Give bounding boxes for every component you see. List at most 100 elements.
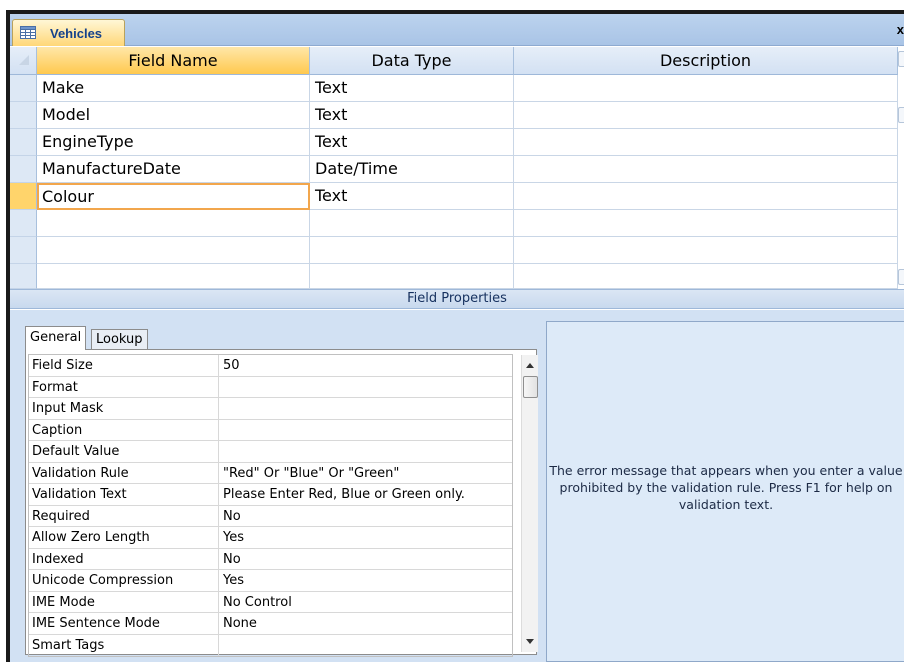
- properties-table: Field Size 50 Format Input Mask Caption D…: [28, 354, 513, 657]
- property-row[interactable]: Unicode Compression Yes: [29, 570, 512, 592]
- document-tab-vehicles[interactable]: Vehicles: [12, 19, 125, 46]
- property-value[interactable]: Yes: [219, 570, 514, 591]
- data-type-cell[interactable]: Text: [310, 102, 514, 129]
- property-value[interactable]: [219, 420, 514, 441]
- scroll-thumb[interactable]: [523, 376, 538, 398]
- scroll-up-icon[interactable]: [526, 363, 534, 368]
- property-row[interactable]: Format: [29, 376, 514, 398]
- description-cell[interactable]: [514, 210, 898, 237]
- field-name-cell[interactable]: Model: [37, 102, 310, 129]
- field-design-grid: Field Name Data Type Description Make Te…: [10, 47, 904, 289]
- document-tab-bar: Vehicles x: [10, 14, 904, 46]
- table-row[interactable]: Make Text: [10, 75, 904, 102]
- property-name: Caption: [29, 419, 219, 440]
- property-name: Smart Tags: [29, 634, 219, 656]
- data-type-cell[interactable]: Date/Time: [310, 156, 514, 183]
- property-row[interactable]: Validation Rule "Red" Or "Blue" Or "Green…: [29, 462, 514, 484]
- table-row[interactable]: Model Text: [10, 102, 904, 129]
- property-value[interactable]: None: [219, 613, 514, 634]
- corner-triangle-icon: [19, 55, 29, 65]
- property-value[interactable]: [219, 398, 514, 419]
- property-name: Field Size: [29, 355, 219, 376]
- property-row[interactable]: Validation Text Please Enter Red, Blue or…: [29, 484, 512, 506]
- property-row[interactable]: IME Mode No Control: [29, 591, 514, 613]
- description-cell[interactable]: [514, 183, 898, 210]
- table-row[interactable]: [10, 210, 904, 237]
- data-type-cell[interactable]: [310, 237, 514, 264]
- column-header-description[interactable]: Description: [514, 47, 898, 75]
- property-row[interactable]: Field Size 50: [29, 355, 512, 377]
- property-row[interactable]: Indexed No: [29, 548, 514, 570]
- field-name-cell[interactable]: EngineType: [37, 129, 310, 156]
- row-selector[interactable]: [10, 129, 37, 156]
- table-row[interactable]: Colour Text: [10, 183, 904, 210]
- field-name-cell[interactable]: ManufactureDate: [37, 156, 310, 183]
- help-text: The error message that appears when you …: [549, 463, 903, 512]
- table-row[interactable]: [10, 264, 904, 289]
- data-type-cell[interactable]: Text: [310, 183, 514, 210]
- table-icon: [20, 26, 36, 39]
- properties-scrollbar[interactable]: [521, 355, 538, 652]
- close-document-icon[interactable]: x: [897, 22, 904, 37]
- property-name: IME Sentence Mode: [29, 613, 219, 634]
- table-row[interactable]: [10, 237, 904, 264]
- tab-general[interactable]: General: [25, 326, 87, 350]
- select-all-corner[interactable]: [10, 47, 37, 75]
- property-value[interactable]: [219, 377, 514, 398]
- property-value[interactable]: "Red" Or "Blue" Or "Green": [219, 463, 514, 484]
- property-value[interactable]: 50: [219, 355, 514, 376]
- row-selector[interactable]: [10, 156, 37, 183]
- description-cell[interactable]: [514, 156, 898, 183]
- data-type-cell[interactable]: Text: [310, 75, 514, 102]
- property-row[interactable]: Smart Tags: [29, 634, 514, 657]
- property-row[interactable]: Caption: [29, 419, 514, 441]
- field-name-cell[interactable]: Colour: [37, 183, 310, 210]
- property-row[interactable]: Allow Zero Length Yes: [29, 527, 512, 549]
- property-value[interactable]: Please Enter Red, Blue or Green only.: [219, 484, 514, 505]
- row-selector[interactable]: [10, 210, 37, 237]
- description-cell[interactable]: [514, 129, 898, 156]
- properties-sheet: Field Size 50 Format Input Mask Caption D…: [25, 349, 538, 657]
- grid-header: Field Name Data Type Description: [10, 47, 904, 75]
- description-cell[interactable]: [514, 102, 898, 129]
- scroll-down-icon[interactable]: [526, 639, 534, 644]
- property-row[interactable]: Default Value: [29, 441, 512, 463]
- data-type-cell[interactable]: Text: [310, 129, 514, 156]
- property-value[interactable]: Yes: [219, 527, 514, 548]
- property-name: Validation Text: [29, 484, 219, 505]
- property-name: Validation Rule: [29, 462, 219, 483]
- property-name: Unicode Compression: [29, 570, 219, 591]
- row-selector[interactable]: [10, 75, 37, 102]
- property-value[interactable]: [219, 635, 514, 657]
- table-row[interactable]: ManufactureDate Date/Time: [10, 156, 904, 183]
- description-cell[interactable]: [514, 264, 898, 289]
- property-name: Indexed: [29, 548, 219, 569]
- property-name: Required: [29, 505, 219, 526]
- window-margin: [0, 0, 904, 10]
- field-name-cell[interactable]: [37, 237, 310, 264]
- data-type-cell[interactable]: [310, 210, 514, 237]
- row-selector[interactable]: [10, 237, 37, 264]
- tab-lookup[interactable]: Lookup: [91, 329, 148, 349]
- property-row[interactable]: IME Sentence Mode None: [29, 613, 512, 635]
- field-name-cell[interactable]: [37, 264, 310, 289]
- property-row[interactable]: Input Mask: [29, 398, 512, 420]
- description-cell[interactable]: [514, 75, 898, 102]
- description-cell[interactable]: [514, 237, 898, 264]
- property-value[interactable]: [219, 441, 514, 462]
- column-header-field-name[interactable]: Field Name: [37, 47, 310, 75]
- scrollbar-arrow-top[interactable]: [898, 51, 904, 67]
- row-selector-current[interactable]: [10, 183, 37, 210]
- field-name-cell[interactable]: Make: [37, 75, 310, 102]
- property-value[interactable]: No: [219, 506, 514, 527]
- row-selector[interactable]: [10, 102, 37, 129]
- property-value[interactable]: No: [219, 549, 514, 570]
- field-name-cell[interactable]: [37, 210, 310, 237]
- data-type-cell[interactable]: [310, 264, 514, 289]
- property-row[interactable]: Required No: [29, 505, 514, 527]
- column-header-data-type[interactable]: Data Type: [310, 47, 514, 75]
- property-value[interactable]: No Control: [219, 592, 514, 613]
- table-row[interactable]: EngineType Text: [10, 129, 904, 156]
- document-tab-label: Vehicles: [50, 26, 103, 41]
- row-selector[interactable]: [10, 264, 37, 289]
